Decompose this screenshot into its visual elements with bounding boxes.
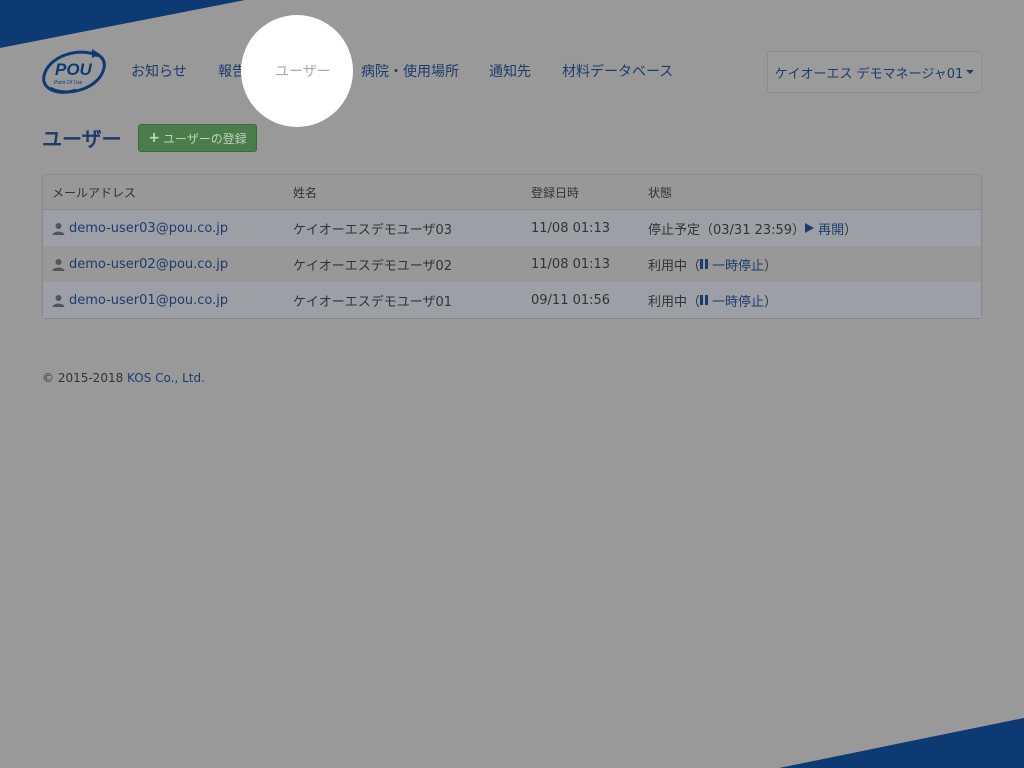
play-icon (805, 223, 815, 233)
table-row: demo-user01@pou.co.jp ケイオーエスデモユーザ01 09/1… (43, 282, 981, 318)
user-name: ケイオーエスデモユーザ03 (293, 222, 453, 238)
nav-item-material-database[interactable]: 材料データベース (562, 62, 673, 82)
page-title: ユーザー (42, 127, 122, 151)
users-table: メールアドレス 姓名 登録日時 状態 demo-user03@pou.co.jp… (42, 174, 982, 319)
logo-tagline: Point Of Use (54, 80, 83, 86)
header-registered: 登録日時 (531, 185, 580, 200)
nav-item-hospitals[interactable]: 病院・使用場所 (361, 62, 459, 82)
resume-link[interactable]: 再開 (805, 219, 844, 238)
add-user-button[interactable]: + ユーザーの登録 (138, 124, 257, 152)
table-row: demo-user02@pou.co.jp ケイオーエスデモユーザ02 11/0… (43, 246, 981, 282)
user-icon (52, 294, 65, 307)
pou-logo-icon: POU Point Of Use (42, 49, 106, 94)
pause-link[interactable]: 一時停止 (700, 255, 764, 274)
footer: © 2015-2018 KOS Co., Ltd. (42, 371, 205, 385)
add-user-button-label: ユーザーの登録 (162, 131, 247, 146)
corner-decoration-top-left (0, 0, 245, 48)
table-row: demo-user03@pou.co.jp ケイオーエスデモユーザ03 11/0… (43, 210, 981, 246)
registered-date: 09/11 01:56 (531, 292, 611, 308)
status-text: 停止予定（03/31 23:59） (648, 222, 806, 238)
user-name: ケイオーエスデモユーザ01 (293, 294, 453, 310)
pou-logo[interactable]: POU Point Of Use (40, 46, 108, 98)
caret-down-icon (966, 70, 975, 74)
status-close: ） (764, 258, 778, 274)
registered-date: 11/08 01:13 (531, 256, 611, 272)
status-close: ） (844, 222, 858, 238)
user-email-link[interactable]: demo-user02@pou.co.jp (69, 257, 228, 272)
status-text: 利用中（ (648, 294, 701, 310)
header-status: 状態 (648, 185, 673, 200)
user-name: ケイオーエスデモユーザ02 (293, 258, 453, 274)
nav-item-news[interactable]: お知らせ (131, 62, 187, 82)
company-link[interactable]: KOS Co., Ltd. (127, 371, 205, 385)
pause-label: 一時停止 (712, 258, 765, 274)
user-icon (52, 258, 65, 271)
user-icon (52, 222, 65, 235)
pause-link[interactable]: 一時停止 (700, 291, 764, 310)
corner-decoration-bottom-right (779, 718, 1024, 768)
plus-icon: + (148, 130, 160, 146)
status-cell: 利用中（ 一時停止 ） (648, 282, 777, 318)
table-header-row: メールアドレス 姓名 登録日時 状態 (43, 175, 981, 210)
status-text: 利用中（ (648, 258, 701, 274)
logo-text: POU (55, 60, 93, 79)
header-email: メールアドレス (52, 185, 137, 200)
resume-label: 再開 (818, 222, 845, 238)
registered-date: 11/08 01:13 (531, 220, 611, 236)
pause-icon (700, 259, 709, 269)
pause-icon (700, 295, 709, 305)
nav-item-users[interactable]: ユーザー (275, 62, 331, 82)
status-cell: 利用中（ 一時停止 ） (648, 246, 777, 282)
user-email-link[interactable]: demo-user03@pou.co.jp (69, 221, 228, 236)
user-menu-label: ケイオーエス デモマネージャ01 (774, 66, 964, 82)
header-name: 姓名 (293, 185, 318, 200)
status-close: ） (764, 294, 778, 310)
user-menu-button[interactable]: ケイオーエス デモマネージャ01 (767, 51, 982, 93)
status-cell: 停止予定（03/31 23:59） 再開 ） (648, 210, 857, 246)
nav-item-notifications[interactable]: 通知先 (489, 62, 531, 82)
pause-label: 一時停止 (712, 294, 765, 310)
user-email-link[interactable]: demo-user01@pou.co.jp (69, 293, 228, 308)
footer-copyright: © 2015-2018 (42, 371, 128, 385)
